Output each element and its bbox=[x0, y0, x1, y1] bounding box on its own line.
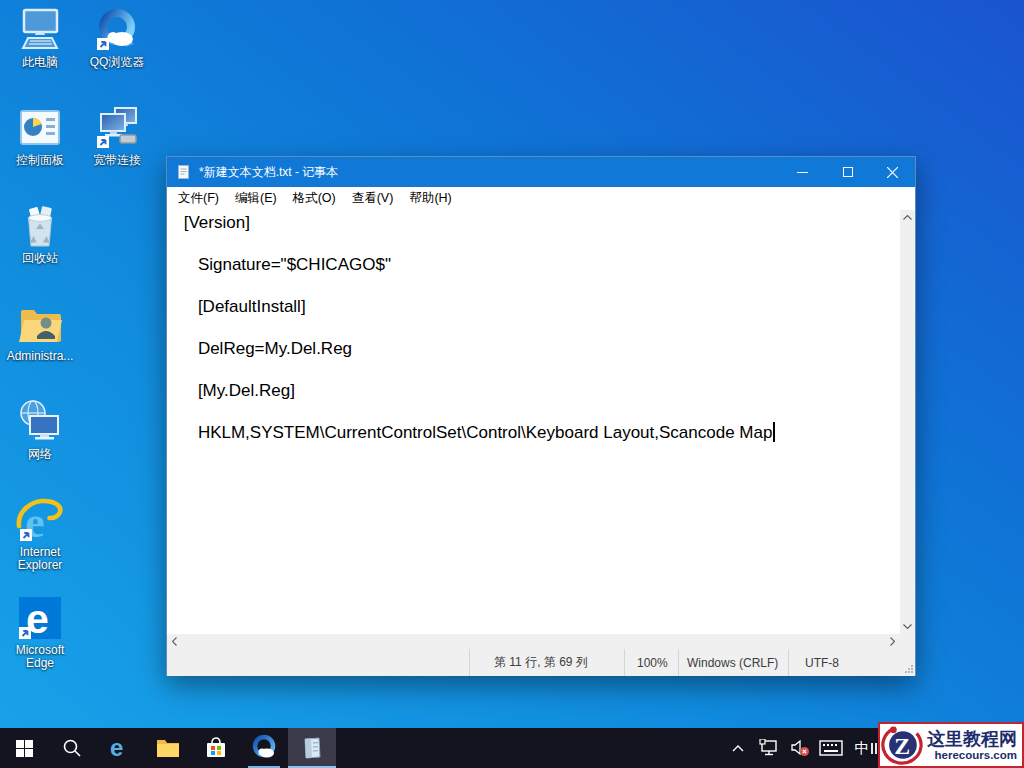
network-tray-icon[interactable] bbox=[757, 728, 781, 768]
taskbar-file-explorer-button[interactable] bbox=[144, 728, 192, 768]
status-encoding: UTF-8 bbox=[788, 649, 915, 676]
qq-browser-icon bbox=[250, 734, 278, 762]
text-caret bbox=[773, 422, 775, 442]
watermark: Z 这里教程网 herecours.com bbox=[878, 722, 1024, 768]
menu-format[interactable]: 格式(O) bbox=[285, 187, 344, 210]
menu-view[interactable]: 查看(V) bbox=[344, 187, 402, 210]
desktop-icon-internet-explorer[interactable]: e Internet Explorer bbox=[1, 496, 79, 572]
desktop: 此电脑 QQ浏览器 控制面板 bbox=[0, 0, 1024, 768]
touch-keyboard-tray-icon[interactable] bbox=[819, 728, 843, 768]
system-tray: 中 bbox=[726, 728, 874, 768]
start-button[interactable] bbox=[0, 728, 48, 768]
taskbar-store-button[interactable] bbox=[192, 728, 240, 768]
desktop-icon-label: 宽带连接 bbox=[78, 154, 156, 167]
desktop-icon-control-panel[interactable]: 控制面板 bbox=[1, 104, 79, 167]
status-zoom: 100% bbox=[624, 649, 678, 676]
horizontal-scrollbar[interactable] bbox=[167, 634, 915, 649]
desktop-icon-label: QQ浏览器 bbox=[78, 56, 156, 69]
document-text[interactable]: [Version] Signature="$CHICAGO$" [Default… bbox=[167, 210, 900, 634]
desktop-icon-this-pc[interactable]: 此电脑 bbox=[1, 6, 79, 69]
windows-logo-icon bbox=[16, 740, 33, 757]
desktop-icon-label: 网络 bbox=[1, 448, 79, 461]
status-bar: 第 11 行, 第 69 列 100% Windows (CRLF) UTF-8 bbox=[167, 649, 915, 676]
volume-muted-tray-icon[interactable] bbox=[788, 728, 812, 768]
desktop-icon-label: 回收站 bbox=[1, 252, 79, 265]
network-icon bbox=[759, 739, 779, 757]
control-panel-icon bbox=[16, 104, 64, 152]
microsoft-store-icon bbox=[204, 736, 228, 760]
scroll-left-arrow[interactable] bbox=[167, 634, 182, 649]
user-folder-icon bbox=[16, 300, 64, 348]
svg-text:Z: Z bbox=[894, 733, 910, 759]
menu-help[interactable]: 帮助(H) bbox=[401, 187, 459, 210]
microsoft-edge-icon: e bbox=[16, 594, 64, 642]
edge-icon: e bbox=[107, 735, 133, 761]
taskbar-qq-browser-button[interactable] bbox=[240, 728, 288, 768]
chevron-up-icon bbox=[732, 745, 744, 752]
vertical-scrollbar[interactable] bbox=[900, 210, 915, 634]
keyboard-icon bbox=[819, 740, 843, 756]
taskbar-notepad-button[interactable] bbox=[288, 728, 336, 768]
watermark-logo: Z bbox=[880, 724, 924, 766]
desktop-icon-broadband[interactable]: 宽带连接 bbox=[78, 104, 156, 167]
notepad-window: *新建文本文档.txt - 记事本 文件(F) 编辑(E) 格式(O) 查看(V… bbox=[166, 156, 916, 676]
show-hidden-icons-button[interactable] bbox=[726, 728, 750, 768]
desktop-icon-admin-folder[interactable]: Administra... bbox=[1, 300, 79, 363]
broadband-icon bbox=[93, 104, 141, 152]
desktop-icon-label: Administra... bbox=[1, 350, 79, 363]
desktop-icon-microsoft-edge[interactable]: e Microsoft Edge bbox=[1, 594, 79, 670]
menu-bar: 文件(F) 编辑(E) 格式(O) 查看(V) 帮助(H) bbox=[167, 187, 915, 210]
desktop-icon-label: 控制面板 bbox=[1, 154, 79, 167]
watermark-site-url: herecours.com bbox=[924, 749, 1020, 762]
close-button[interactable] bbox=[870, 157, 915, 187]
window-title: *新建文本文档.txt - 记事本 bbox=[199, 164, 780, 181]
minimize-button[interactable] bbox=[780, 157, 825, 187]
taskbar-edge-button[interactable]: e bbox=[96, 728, 144, 768]
desktop-icon-qq-browser[interactable]: QQ浏览器 bbox=[78, 6, 156, 69]
speaker-muted-icon bbox=[790, 739, 810, 757]
desktop-icon-label: Internet Explorer bbox=[1, 546, 79, 572]
input-method-indicator[interactable]: 中 bbox=[850, 728, 874, 768]
desktop-icon-recycle-bin[interactable]: 回收站 bbox=[1, 202, 79, 265]
recycle-bin-icon bbox=[16, 202, 64, 250]
text-editor[interactable]: [Version] Signature="$CHICAGO$" [Default… bbox=[167, 210, 915, 634]
desktop-icon-network[interactable]: 网络 bbox=[1, 398, 79, 461]
internet-explorer-icon: e bbox=[16, 496, 64, 544]
notepad-icon bbox=[299, 735, 325, 761]
scroll-up-arrow[interactable] bbox=[900, 210, 915, 225]
menu-edit[interactable]: 编辑(E) bbox=[227, 187, 285, 210]
scroll-right-arrow[interactable] bbox=[885, 634, 900, 649]
desktop-icon-label: Microsoft Edge bbox=[1, 644, 79, 670]
scroll-down-arrow[interactable] bbox=[900, 619, 915, 634]
file-explorer-icon bbox=[155, 735, 181, 761]
status-spacer bbox=[167, 649, 469, 676]
network-icon bbox=[16, 398, 64, 446]
svg-text:e: e bbox=[110, 735, 123, 761]
notepad-app-icon bbox=[176, 164, 192, 180]
status-line-col: 第 11 行, 第 69 列 bbox=[469, 649, 624, 676]
maximize-button[interactable] bbox=[825, 157, 870, 187]
watermark-site-name: 这里教程网 bbox=[924, 729, 1020, 749]
qq-browser-icon bbox=[93, 6, 141, 54]
this-pc-icon bbox=[16, 6, 64, 54]
title-bar[interactable]: *新建文本文档.txt - 记事本 bbox=[167, 157, 915, 187]
search-icon bbox=[62, 738, 82, 758]
menu-file[interactable]: 文件(F) bbox=[170, 187, 227, 210]
desktop-icon-label: 此电脑 bbox=[1, 56, 79, 69]
resize-grip[interactable] bbox=[905, 665, 913, 673]
taskbar-search-button[interactable] bbox=[48, 728, 96, 768]
status-line-ending: Windows (CRLF) bbox=[678, 649, 788, 676]
